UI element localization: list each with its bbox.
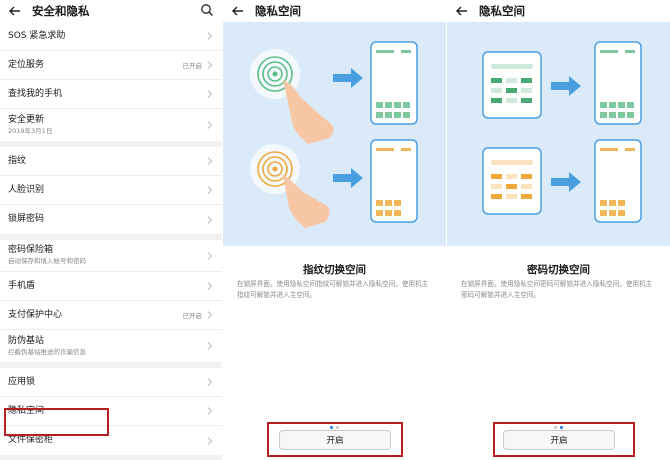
settings-item-payment-protection[interactable]: 支付保护中心 已开启 [0,301,222,330]
fingerprint-switch-illustration [223,22,446,246]
top-bar: 隐私空间 [447,0,670,22]
item-label: 安全更新 [8,114,45,125]
highlight-box-enable [267,422,403,457]
back-arrow-icon[interactable] [8,4,22,18]
settings-group-biometrics: 指纹 人脸识别 锁屏密码 [0,147,222,234]
feature-description: 在锁屏界面，使用隐私空间指纹可解锁并进入隐私空间，使用机主指纹可解锁并进入主空间… [237,280,429,299]
settings-item-password-vault[interactable]: 密码保险箱自动保存和填入帐号和密码 [0,240,222,272]
settings-group-location: SOS 紧急求助 定位服务 已开启 查找我的手机 安全更新 2019年3月1日 [0,22,222,141]
item-label: 锁屏密码 [8,214,45,224]
chevron-right-icon [207,251,213,260]
search-icon[interactable] [200,3,214,17]
settings-item-security-update[interactable]: 安全更新 2019年3月1日 [0,109,222,141]
settings-item-face-recognition[interactable]: 人脸识别 [0,176,222,205]
settings-item-location[interactable]: 定位服务 已开启 [0,51,222,80]
chevron-right-icon [207,32,213,40]
top-bar: 隐私空间 [223,0,446,22]
private-space-fingerprint-screen: 隐私空间 指纹切换空间 在锁屏界面，使用隐私空间指纹可解锁并进入隐私空间，使用机… [223,0,446,460]
page-title: 隐私空间 [255,4,301,18]
settings-item-find-phone[interactable]: 查找我的手机 [0,80,222,109]
item-subtitle: 2019年3月1日 [8,126,53,135]
settings-item-phone-shield[interactable]: 手机盾 [0,272,222,301]
item-label: 防伪基站 [8,335,45,346]
settings-item-lock-password[interactable]: 锁屏密码 [0,205,222,234]
feature-description: 在锁屏界面，使用隐私空间密码可解锁并进入隐私空间，使用机主密码可解锁并进入主空间… [461,280,653,299]
settings-item-sos[interactable]: SOS 紧急求助 [0,22,222,51]
phone-orange [370,139,418,223]
highlight-box-private-space [4,408,109,436]
chevron-right-icon [207,90,213,98]
item-label: 查找我的手机 [8,88,63,99]
phone-green [594,41,642,125]
settings-item-fingerprint[interactable]: 指纹 [0,147,222,176]
item-label: 应用锁 [8,376,36,387]
feature-heading: 密码切换空间 [527,264,590,276]
phone-green [370,41,418,125]
chevron-right-icon [207,342,213,350]
chevron-right-icon [207,157,213,165]
item-label: 手机盾 [8,280,36,291]
chevron-right-icon [207,407,213,415]
phone-orange-keypad [482,147,542,215]
back-arrow-icon[interactable] [231,4,245,18]
password-switch-illustration [447,22,670,246]
item-label: 人脸识别 [8,184,45,195]
phone-green-keypad [482,51,542,119]
feature-heading: 指纹切换空间 [303,264,366,276]
chevron-right-icon [207,282,213,290]
chevron-right-icon [207,215,213,224]
item-subtitle: 拦截伪基站推送的诈骗信息 [8,347,86,356]
chevron-right-icon [207,121,213,129]
page-title: 隐私空间 [479,4,525,18]
settings-group-protection: 密码保险箱自动保存和填入帐号和密码 手机盾 支付保护中心 已开启 防伪基站 拦截伪基… [0,240,222,362]
top-bar: 安全和隐私 [0,0,222,22]
chevron-right-icon [207,378,213,386]
private-space-password-screen: 隐私空间 密码切换空间 在锁屏界面，使用隐私空间密码可解锁并进入隐私空间，使用机… [447,0,670,460]
settings-item-app-lock[interactable]: 应用锁 [0,368,222,397]
security-privacy-screen: 安全和隐私 SOS 紧急求助 定位服务 已开启 查找我的手机 安全更新 2019年3… [0,0,222,460]
item-label: 文件保密柜 [8,435,54,445]
item-label: SOS 紧急求助 [8,30,66,41]
chevron-right-icon [207,436,213,445]
item-subtitle: 自动保存和填入帐号和密码 [8,257,86,265]
highlight-box-enable [493,422,635,457]
status-value: 已开启 [182,62,203,70]
item-label: 密码保险箱 [8,245,54,255]
status-value: 已开启 [182,312,203,320]
back-arrow-icon[interactable] [455,4,469,18]
item-label: 指纹 [8,155,27,166]
page-title: 安全和隐私 [32,4,90,18]
chevron-right-icon [207,186,213,194]
chevron-right-icon [207,61,213,69]
settings-item-fake-base-station[interactable]: 防伪基站 拦截伪基站推送的诈骗信息 [0,330,222,362]
chevron-right-icon [207,311,213,319]
phone-orange [594,139,642,223]
